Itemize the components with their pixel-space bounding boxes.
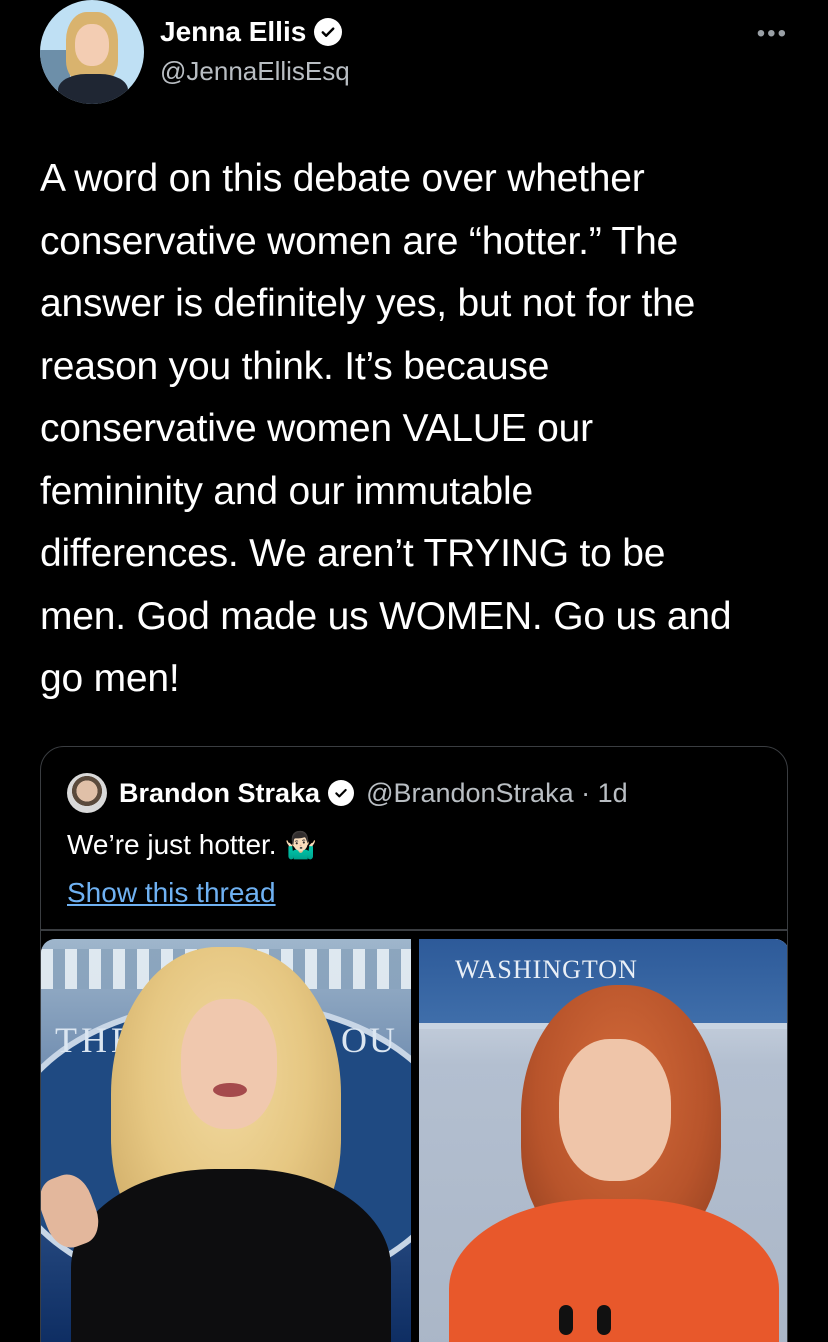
verified-badge-icon [314, 18, 343, 46]
author-avatar[interactable] [40, 0, 144, 104]
quoted-verified-badge-icon [328, 780, 355, 806]
person-face [559, 1039, 671, 1181]
tweet-text-line: A word on this debate over whether [40, 157, 645, 200]
author-name-row[interactable]: Jenna Ellis [160, 16, 343, 48]
show-thread-link[interactable]: Show this thread [67, 877, 276, 909]
avatar-face [75, 24, 109, 66]
image-sign-text-right: OU [341, 1020, 397, 1060]
quoted-author-handle-time: @BrandonStraka · 1d [366, 777, 628, 808]
person-face [181, 999, 277, 1129]
tweet-screen: Jenna Ellis @JennaEllisEsq ••• A word on… [0, 0, 828, 1342]
quoted-tweet-text: We’re just hotter. 🤷🏻‍♂️ [67, 829, 317, 861]
quoted-author-display-name: Brandon Straka [119, 777, 321, 808]
quoted-tweet-header: Brandon Straka @BrandonStraka · 1d [67, 773, 628, 813]
microphone-icon [597, 1305, 611, 1335]
shrug-emoji-icon: 🤷🏻‍♂️ [284, 829, 317, 860]
quoted-tweet-card[interactable]: Brandon Straka @BrandonStraka · 1d We’re… [40, 746, 788, 1342]
tweet-text-line: femininity and our immutable [40, 469, 533, 513]
tweet-text-line: answer is definitely yes, but not for th… [40, 282, 696, 325]
more-dots-icon[interactable]: ••• [757, 20, 788, 48]
microphone-icon [559, 1305, 573, 1335]
tweet-text-line: go men! [40, 657, 180, 700]
quoted-author-avatar [67, 773, 107, 813]
image-sign-text: WASHINGTON [455, 955, 638, 984]
person-mouth [213, 1083, 247, 1097]
quoted-image-right[interactable]: WASHINGTON [419, 939, 787, 1342]
tweet-text-line: reason you think. It’s because [40, 344, 550, 388]
quoted-tweet-text-content: We’re just hotter. [67, 829, 277, 860]
tweet-text-line: men. God made us WOMEN. Go us and [40, 594, 732, 638]
tweet-text: A word on this debate over whether conse… [40, 148, 800, 711]
author-display-name[interactable]: Jenna Ellis [160, 16, 306, 48]
tweet-text-line: conservative women are “hotter.” The [40, 219, 679, 263]
quoted-divider [41, 929, 787, 931]
avatar-body [58, 74, 128, 104]
quoted-image-left[interactable]: THE V OU [41, 939, 411, 1342]
person-body [71, 1169, 391, 1342]
author-handle[interactable]: @JennaEllisEsq [160, 56, 350, 87]
tweet-text-line: differences. We aren’t TRYING to be [40, 532, 666, 575]
tweet-text-line: conservative women VALUE our [40, 407, 593, 450]
